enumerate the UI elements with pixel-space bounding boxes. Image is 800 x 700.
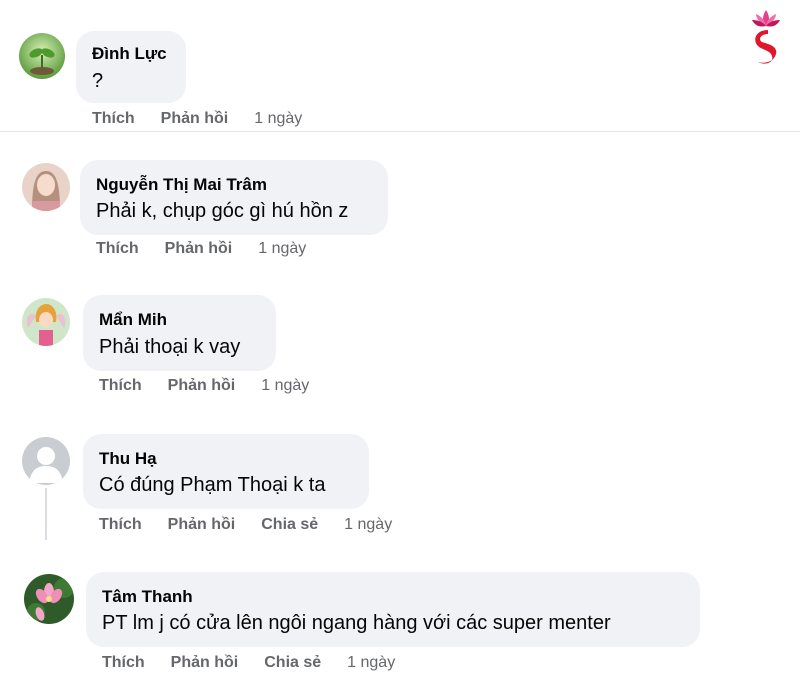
reply-button[interactable]: Phản hồi xyxy=(171,654,239,672)
comment-bubble: Tâm Thanh PT lm j có cửa lên ngôi ngang … xyxy=(86,572,700,647)
like-button[interactable]: Thích xyxy=(102,654,145,672)
comment-actions: Thích Phản hồi Chia sẻ 1 ngày xyxy=(102,654,395,672)
share-button[interactable]: Chia sẻ xyxy=(264,654,321,672)
comment-text: PT lm j có cửa lên ngôi ngang hàng với c… xyxy=(102,612,611,634)
comment-timestamp[interactable]: 1 ngày xyxy=(347,654,395,672)
comment-item: Tâm Thanh PT lm j có cửa lên ngôi ngang … xyxy=(0,0,800,690)
lotus-flower-avatar-icon[interactable] xyxy=(24,574,74,624)
comment-author[interactable]: Tâm Thanh xyxy=(102,587,193,607)
